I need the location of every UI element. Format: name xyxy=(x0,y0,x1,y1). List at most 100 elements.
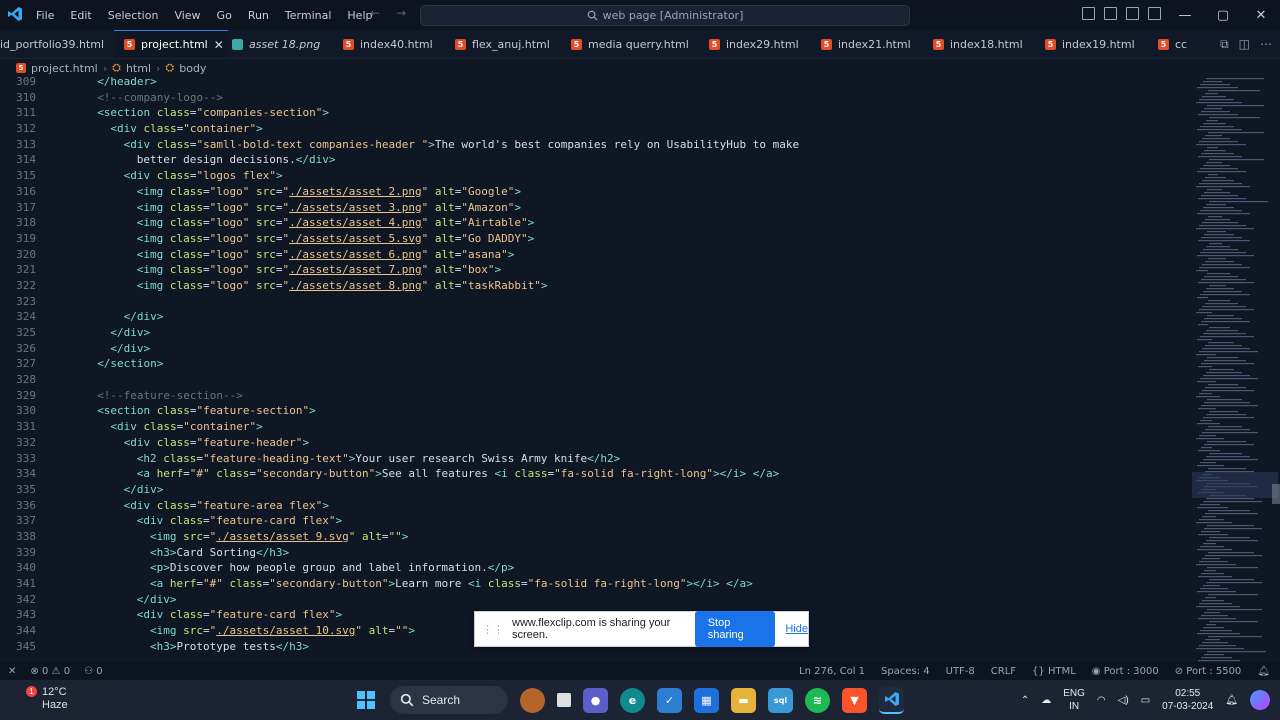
code-line[interactable]: 332 <div class="feature-header"> xyxy=(0,435,1190,451)
hide-link[interactable]: Hide xyxy=(785,623,808,635)
code-line[interactable]: 319 <img class="logo" src="./assets/asset… xyxy=(0,231,1190,247)
input-language[interactable]: ENG IN xyxy=(1063,687,1085,713)
code-line[interactable]: 312 <div class="container"> xyxy=(0,121,1190,137)
code-line[interactable]: 331 <div class="container"> xyxy=(0,419,1190,435)
split-editor-icon[interactable]: ◫ xyxy=(1239,37,1250,52)
tab-index29[interactable]: 5 index29.html xyxy=(709,30,799,58)
code-line[interactable]: 320 <img class="logo" src="./assets/asset… xyxy=(0,247,1190,263)
vscode-taskbar-icon[interactable] xyxy=(879,686,904,714)
live-server-port[interactable]: ◉ Port : 3000 xyxy=(1092,666,1159,677)
line-endings[interactable]: CRLF xyxy=(991,666,1016,677)
tab-index21[interactable]: 5 index21.html xyxy=(821,30,911,58)
tab-flex-anuj[interactable]: 5 flex_anuj.html xyxy=(455,30,550,58)
code-line[interactable]: 340 <p>Discover how people group and labe… xyxy=(0,560,1190,576)
breadcrumb-file[interactable]: project.html xyxy=(31,62,98,75)
clock[interactable]: 02:55 07-03-2024 xyxy=(1162,687,1213,713)
code-line[interactable]: 313 <div class="samll-bold-text companies… xyxy=(0,137,1190,153)
wifi-icon[interactable]: ◠ xyxy=(1097,695,1106,706)
edge-browser-icon[interactable]: e xyxy=(620,687,645,713)
command-center[interactable]: web page [Administrator] xyxy=(420,5,910,26)
code-line[interactable]: 333 <h2 class="feature-heading-text">Your… xyxy=(0,451,1190,467)
menu-view[interactable]: View xyxy=(166,9,208,22)
ports-indicator[interactable]: ⚇ 0 xyxy=(84,666,103,677)
copilot-icon[interactable] xyxy=(1250,690,1270,710)
menu-run[interactable]: Run xyxy=(240,9,277,22)
code-line[interactable]: 335 </div> xyxy=(0,482,1190,498)
notification-bell-icon[interactable]: 🔔︎ xyxy=(1225,695,1238,706)
code-line[interactable]: 325 </div> xyxy=(0,325,1190,341)
brave-browser-icon[interactable]: ▼ xyxy=(842,687,867,713)
code-line[interactable]: 329 <!--feature-section--> xyxy=(0,388,1190,404)
spotify-icon[interactable]: ≋ xyxy=(805,687,830,713)
minimap[interactable] xyxy=(1190,74,1280,662)
code-line[interactable]: 334 <a herf="#" class="secondary-button">… xyxy=(0,466,1190,482)
toggle-panel-icon[interactable] xyxy=(1104,7,1117,20)
language-mode[interactable]: {} HTML xyxy=(1032,666,1076,677)
menu-go[interactable]: Go xyxy=(209,9,240,22)
maximize-icon[interactable]: ▢ xyxy=(1204,0,1242,30)
code-line[interactable]: 311 <section class="companies-section"> xyxy=(0,105,1190,121)
code-line[interactable]: 323 xyxy=(0,294,1190,310)
store-app-icon[interactable]: ✓ xyxy=(657,687,682,713)
close-window-icon[interactable]: ✕ xyxy=(1242,0,1280,30)
code-line[interactable]: 326 </div> xyxy=(0,341,1190,357)
mysql-workbench-icon[interactable]: sql xyxy=(768,687,793,713)
customize-layout-icon[interactable] xyxy=(1148,7,1161,20)
menu-edit[interactable]: Edit xyxy=(62,9,99,22)
code-line[interactable]: 341 <a herf="#" class="secondary-button">… xyxy=(0,576,1190,592)
code-line[interactable]: 338 <img src="./assets/asset 9.svg" alt="… xyxy=(0,529,1190,545)
widgets-icon[interactable] xyxy=(520,687,545,713)
battery-icon[interactable]: ▭ xyxy=(1141,695,1150,706)
code-line[interactable]: 321 <img class="logo" src="./assets/asset… xyxy=(0,262,1190,278)
code-line[interactable]: 310 <!--company-logo--> xyxy=(0,90,1190,106)
tab-id-portfolio39[interactable]: id_portfolio39.html xyxy=(0,30,112,58)
code-editor[interactable]: 309 </header> 310 <!--company-logo--> 311 <se… xyxy=(0,74,1190,662)
tab-project[interactable]: 5 project.html ✕ xyxy=(114,30,228,58)
close-tab-icon[interactable]: ✕ xyxy=(214,38,224,52)
volume-icon[interactable]: ◁) xyxy=(1118,695,1129,706)
tab-asset-18[interactable]: asset 18.png xyxy=(232,30,320,58)
task-view-icon[interactable] xyxy=(557,693,571,707)
cursor-position[interactable]: Ln 276, Col 1 xyxy=(799,666,865,677)
indentation[interactable]: Spaces: 4 xyxy=(881,666,930,677)
code-line[interactable]: 317 <img class="logo" src="./assets/asset… xyxy=(0,200,1190,216)
code-line[interactable]: 339 <h3>Card Sorting</h3> xyxy=(0,545,1190,561)
onedrive-cloud-icon[interactable]: ☁ xyxy=(1041,695,1051,706)
problems-indicator[interactable]: ⊗ 0 ⚠ 0 xyxy=(30,666,70,677)
code-line[interactable]: 315 <div class="logos flex"> xyxy=(0,168,1190,184)
forward-arrow-icon[interactable]: → xyxy=(396,6,406,20)
microsoft-store-icon[interactable]: ▦ xyxy=(694,687,719,713)
tab-index40[interactable]: 5 index40.html xyxy=(343,30,433,58)
teams-chat-icon[interactable]: ● xyxy=(583,687,608,713)
code-line[interactable]: 324 </div> xyxy=(0,309,1190,325)
tab-index18[interactable]: 5 index18.html xyxy=(933,30,1023,58)
minimize-icon[interactable]: — xyxy=(1166,0,1204,30)
menu-terminal[interactable]: Terminal xyxy=(277,9,340,22)
menu-selection[interactable]: Selection xyxy=(100,9,167,22)
code-line[interactable]: 330 <section class="feature-section"> xyxy=(0,403,1190,419)
code-line[interactable]: 342 </div> xyxy=(0,592,1190,608)
code-line[interactable]: 318 <img class="logo" src="./assets/asset… xyxy=(0,215,1190,231)
code-line[interactable]: 309 </header> xyxy=(0,74,1190,90)
code-line[interactable]: 336 <div class="feature-area flex"> xyxy=(0,498,1190,514)
code-line[interactable]: 337 <div class="feature-card flex"> xyxy=(0,513,1190,529)
code-line[interactable]: 314 better design decisions.</div> xyxy=(0,152,1190,168)
tab-cc[interactable]: 5 cc xyxy=(1158,30,1187,58)
stop-sharing-button[interactable]: Stop sharing xyxy=(694,611,776,647)
more-actions-icon[interactable]: ⋯ xyxy=(1260,37,1272,52)
tab-index19[interactable]: 5 index19.html xyxy=(1045,30,1135,58)
breadcrumb-html[interactable]: html xyxy=(126,62,151,75)
notifications-icon[interactable]: 🔔︎ xyxy=(1257,666,1270,677)
code-line[interactable]: 328 xyxy=(0,372,1190,388)
encoding[interactable]: UTF-8 xyxy=(946,666,975,677)
code-line[interactable]: 316 <img class="logo" src="./assets/asset… xyxy=(0,184,1190,200)
tab-media-querry[interactable]: 5 media querry.html xyxy=(571,30,689,58)
toggle-sidebar-icon[interactable] xyxy=(1082,7,1095,20)
chevron-up-icon[interactable]: ⌃ xyxy=(1021,695,1029,706)
weather-widget[interactable]: 1 12°C Haze xyxy=(26,686,68,712)
back-arrow-icon[interactable]: ← xyxy=(370,6,380,20)
windows-start-icon[interactable] xyxy=(353,688,378,713)
taskbar-search[interactable]: Search xyxy=(390,686,508,714)
breadcrumb-body[interactable]: body xyxy=(179,62,206,75)
code-line[interactable]: 327 </section> xyxy=(0,356,1190,372)
